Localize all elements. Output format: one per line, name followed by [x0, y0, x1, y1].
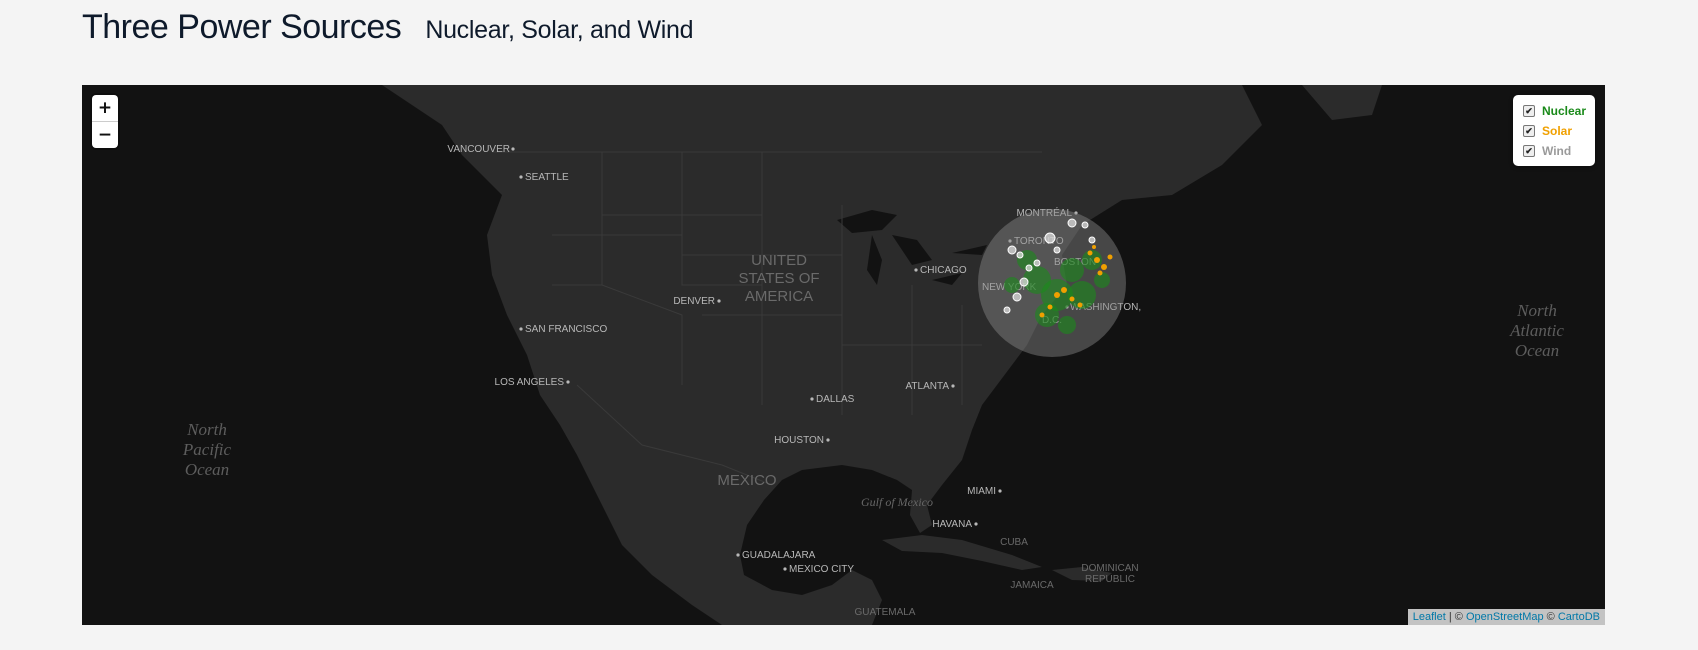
city-dallas: DALLAS [810, 394, 855, 405]
map-container[interactable]: UNITED STATES OF AMERICA MEXICO CUBA DOM… [82, 85, 1605, 625]
city-label: SEATTLE [525, 172, 569, 183]
checkbox-solar[interactable]: ✔ [1523, 125, 1535, 137]
layer-solar[interactable]: ✔ Solar [1523, 122, 1572, 140]
country-label: GUATEMALA [855, 607, 916, 618]
leaflet-link[interactable]: Leaflet [1413, 611, 1446, 623]
layer-label-solar: Solar [1542, 124, 1573, 138]
greenland-edge [1302, 85, 1382, 120]
checkbox-nuclear[interactable]: ✔ [1523, 105, 1535, 117]
page-header: Three Power Sources Nuclear, Solar, and … [82, 8, 694, 58]
page-subtitle: Nuclear, Solar, and Wind [425, 16, 694, 44]
attribution-separator: © [1543, 611, 1558, 623]
country-label: DOMINICAN [1081, 563, 1138, 574]
city-label: HAVANA [932, 519, 972, 530]
basemap[interactable]: UNITED STATES OF AMERICA MEXICO CUBA DOM… [82, 85, 1605, 625]
country-label: AMERICA [745, 288, 813, 305]
city-denver: DENVER [673, 296, 721, 307]
city-seattle: SEATTLE [519, 172, 569, 183]
attribution-separator: | © [1445, 611, 1466, 623]
city-vancouver: VANCOUVER [447, 144, 515, 155]
city-chicago: CHICAGO [914, 265, 967, 276]
city-label: ATLANTA [905, 381, 949, 392]
city-label: HOUSTON [774, 435, 824, 446]
city-label: LOS ANGELES [495, 377, 565, 388]
ocean-label: Pacific [182, 440, 232, 459]
ocean-label: North [1516, 301, 1557, 320]
ocean-label: Gulf of Mexico [861, 495, 933, 509]
ocean-label: Ocean [185, 460, 229, 479]
country-label: UNITED [751, 252, 807, 269]
country-label: MEXICO [717, 472, 776, 489]
city-label: MIAMI [967, 486, 996, 497]
north-america-landmass [82, 85, 1262, 625]
layer-label-wind: Wind [1542, 144, 1572, 158]
city-label: VANCOUVER [447, 144, 510, 155]
city-los-angeles: LOS ANGELES [495, 377, 570, 388]
city-label: GUADALAJARA [742, 550, 816, 561]
city-havana: HAVANA [932, 519, 978, 530]
map-attribution: Leaflet | © OpenStreetMap © CartoDB [1407, 609, 1605, 625]
openstreetmap-link[interactable]: OpenStreetMap [1466, 611, 1544, 623]
zoom-out-button[interactable]: − [92, 122, 118, 148]
city-atlanta: ATLANTA [905, 381, 955, 392]
city-label: DALLAS [816, 394, 855, 405]
country-label: CUBA [1000, 537, 1028, 548]
country-label: JAMAICA [1010, 580, 1054, 591]
city-label: MEXICO CITY [789, 564, 854, 575]
country-label: STATES OF [738, 270, 819, 287]
zoom-in-button[interactable]: + [92, 95, 118, 122]
layer-label-nuclear: Nuclear [1542, 104, 1587, 118]
ocean-label: Atlantic [1509, 321, 1564, 340]
city-mexico-city: MEXICO CITY [783, 564, 854, 575]
layer-nuclear[interactable]: ✔ Nuclear [1523, 102, 1586, 120]
city-label: SAN FRANCISCO [525, 324, 607, 335]
city-guadalajara: GUADALAJARA [736, 550, 816, 561]
layer-wind[interactable]: ✔ Wind [1523, 142, 1571, 160]
ocean-label: North [186, 420, 227, 439]
zoom-control: + − [92, 95, 118, 148]
ocean-label: Ocean [1515, 341, 1559, 360]
power-source-cluster[interactable] [978, 209, 1126, 357]
page-title: Three Power Sources [82, 8, 402, 46]
city-label: CHICAGO [920, 265, 967, 276]
city-san-francisco: SAN FRANCISCO [519, 324, 607, 335]
checkbox-wind[interactable]: ✔ [1523, 145, 1535, 157]
city-label: DENVER [673, 296, 715, 307]
city-miami: MIAMI [967, 486, 1002, 497]
layer-control: ✔ Nuclear ✔ Solar ✔ Wind [1513, 95, 1595, 166]
city-houston: HOUSTON [774, 435, 830, 446]
cartodb-link[interactable]: CartoDB [1558, 611, 1600, 623]
country-label: REPUBLIC [1085, 574, 1135, 585]
